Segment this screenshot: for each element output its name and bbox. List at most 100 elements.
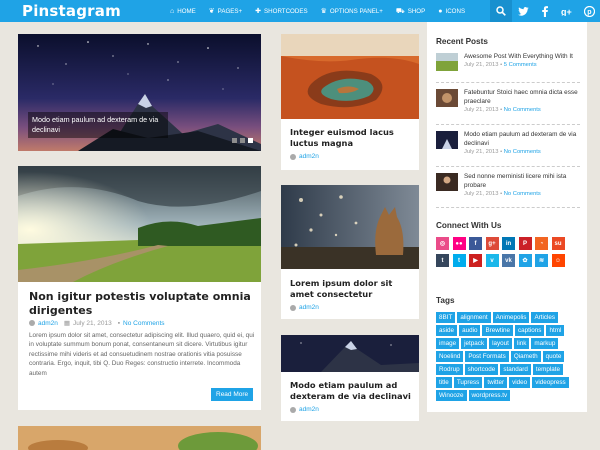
tag-link[interactable]: Animepolis: [492, 312, 530, 323]
tag-link[interactable]: image: [436, 338, 460, 349]
nav-shortcodes[interactable]: ✚ SHORTCODES: [255, 8, 307, 15]
google-plus-icon[interactable]: g+: [485, 237, 499, 250]
tag-link[interactable]: video: [509, 377, 531, 388]
tag-link[interactable]: twitter: [484, 377, 508, 388]
tag-link[interactable]: Qiameth: [510, 351, 541, 362]
post-author[interactable]: adm2n: [299, 153, 319, 160]
tag-link[interactable]: aside: [436, 325, 458, 336]
facebook-icon[interactable]: f: [469, 237, 482, 250]
recent-post-date: July 21, 2013: [464, 148, 499, 155]
slider-dot-active[interactable]: [248, 138, 253, 143]
recent-post-comments[interactable]: No Comments: [504, 191, 541, 197]
tag-link[interactable]: audio: [459, 325, 481, 336]
post-image[interactable]: [281, 335, 419, 372]
rss-icon[interactable]: ◔: [535, 237, 548, 250]
post-title[interactable]: Modo etiam paulum ad dexteram de via dec…: [290, 380, 414, 402]
tag-link[interactable]: quote: [542, 351, 565, 362]
pinterest-icon[interactable]: p: [578, 0, 600, 22]
nav-shop[interactable]: ⛟ SHOP: [396, 8, 425, 15]
tag-link[interactable]: Brewtine: [482, 325, 513, 336]
post-image[interactable]: [18, 426, 261, 450]
recent-post-item[interactable]: Sed nonne merninisti licere mihi ista pr…: [436, 173, 580, 197]
nav-pages[interactable]: ❦ PAGES+: [209, 8, 242, 15]
post-title[interactable]: Integer euismod lacus luctus magna: [290, 127, 412, 149]
layers-icon[interactable]: ≋: [535, 254, 548, 267]
tags-heading: Tags: [436, 296, 455, 305]
tag-link[interactable]: Articles: [531, 312, 559, 323]
linkedin-icon[interactable]: in: [502, 237, 515, 250]
tag-link[interactable]: title: [436, 377, 452, 388]
tag-link[interactable]: template: [532, 364, 563, 375]
tag-link[interactable]: link: [513, 338, 530, 349]
recent-post-comments[interactable]: 5 Comments: [504, 62, 537, 68]
nav-home[interactable]: ⌂ HOME: [170, 8, 196, 15]
recent-post-thumbnail[interactable]: [436, 173, 458, 191]
tag-link[interactable]: shortcode: [464, 364, 499, 375]
recent-post-thumbnail[interactable]: [436, 53, 458, 71]
leaf-icon: ❦: [208, 7, 215, 15]
post-author[interactable]: adm2n: [299, 304, 319, 311]
search-icon[interactable]: [490, 0, 512, 22]
post-comments[interactable]: No Comments: [123, 320, 165, 327]
nav-options-panel[interactable]: ♛ OPTIONS PANEL+: [321, 8, 383, 15]
tag-link[interactable]: captions: [514, 325, 545, 336]
twitter-icon[interactable]: t: [452, 254, 466, 267]
post-meta: adm2n: [290, 406, 319, 413]
flickr-icon[interactable]: ●●: [452, 237, 466, 250]
nav-icons[interactable]: ● ICONS: [438, 8, 465, 15]
tag-link[interactable]: Post Formats: [465, 351, 509, 362]
post-image[interactable]: [18, 166, 261, 282]
tag-link[interactable]: videopress: [532, 377, 569, 388]
site-logo[interactable]: Pinstagram: [22, 2, 170, 20]
dribbble-icon[interactable]: ◎: [436, 237, 449, 250]
recent-post-item[interactable]: Awesome Post With Everything With It Jul…: [436, 53, 580, 75]
post-title[interactable]: Non igitur potestis voluptate omnia diri…: [29, 290, 254, 317]
reddit-icon[interactable]: ☺: [551, 254, 565, 267]
slider-dot[interactable]: [232, 138, 237, 143]
recent-post-title[interactable]: Awesome Post With Everything With It: [464, 53, 580, 62]
tag-link[interactable]: Tupress: [453, 377, 483, 388]
tag-link[interactable]: html: [546, 325, 565, 336]
tag-link[interactable]: 8BIT: [436, 312, 456, 323]
tumblr-icon[interactable]: t: [436, 254, 449, 267]
recent-post-title[interactable]: Modo etiam paulum ad dexteram de via dec…: [464, 131, 580, 148]
facebook-icon[interactable]: [534, 0, 556, 22]
post-author[interactable]: adm2n: [38, 320, 58, 327]
tag-link[interactable]: Rodrup: [436, 364, 463, 375]
post-title[interactable]: Lorem ipsum dolor sit amet consectetur: [290, 278, 414, 300]
recent-post-title[interactable]: Sed nonne merninisti licere mihi ista pr…: [464, 173, 580, 190]
read-more-button[interactable]: Read More: [211, 388, 254, 401]
slider-dot[interactable]: [240, 138, 245, 143]
recent-post-comments[interactable]: No Comments: [504, 107, 541, 113]
tag-link[interactable]: Winooze: [436, 390, 467, 401]
envato-icon[interactable]: ✿: [518, 254, 532, 267]
svg-text:g+: g+: [561, 7, 572, 16]
slider-caption[interactable]: Modo etiam paulum ad dexteram de via dec…: [28, 112, 168, 138]
tag-link[interactable]: alignment: [457, 312, 491, 323]
recent-post-thumbnail[interactable]: [436, 89, 458, 107]
post-meta: adm2n ▦ July 21, 2013 ▪ No Comments: [29, 319, 165, 327]
google-plus-icon[interactable]: g+: [556, 0, 578, 22]
tag-link[interactable]: wordpress.tv: [468, 390, 511, 401]
vk-icon[interactable]: vk: [502, 254, 515, 267]
svg-text:p: p: [587, 9, 591, 16]
recent-post-item[interactable]: Modo etiam paulum ad dexteram de via dec…: [436, 131, 580, 155]
tag-link[interactable]: markup: [531, 338, 559, 349]
stumbleupon-icon[interactable]: su: [551, 237, 565, 250]
twitter-icon[interactable]: [512, 0, 534, 22]
featured-slider[interactable]: Modo etiam paulum ad dexteram de via dec…: [18, 34, 261, 151]
tag-link[interactable]: standard: [500, 364, 531, 375]
youtube-icon[interactable]: ▶: [469, 254, 482, 267]
recent-post-thumbnail[interactable]: [436, 131, 458, 149]
post-author[interactable]: adm2n: [299, 406, 319, 413]
pinterest-icon[interactable]: P: [518, 237, 532, 250]
recent-post-item[interactable]: Fatebuntur Stoici haec omnia dicta esse …: [436, 89, 580, 113]
vimeo-icon[interactable]: v: [485, 254, 499, 267]
post-image[interactable]: [281, 34, 419, 119]
recent-post-comments[interactable]: No Comments: [504, 149, 541, 155]
recent-post-title[interactable]: Fatebuntur Stoici haec omnia dicta esse …: [464, 89, 580, 106]
post-image[interactable]: [281, 185, 419, 269]
tag-link[interactable]: Noelind: [436, 351, 464, 362]
tag-link[interactable]: layout: [489, 338, 512, 349]
tag-link[interactable]: jetpack: [461, 338, 488, 349]
